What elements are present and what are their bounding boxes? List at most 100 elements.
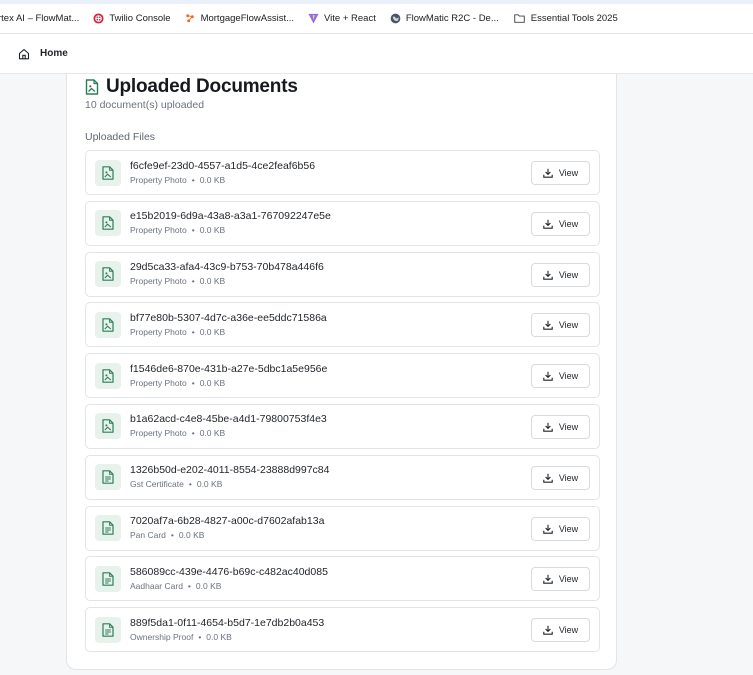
file-size: 0.0 KB (199, 225, 226, 236)
view-button[interactable]: View (531, 161, 590, 185)
bookmark-label: Twilio Console (109, 13, 171, 24)
bookmark-twilio[interactable]: Twilio Console (93, 13, 171, 24)
file-row: 7020af7a-6b28-4827-a00c-d7602afab13a Pan … (85, 505, 600, 551)
file-type: Property Photo (130, 377, 187, 388)
file-size: 0.0 KB (206, 631, 232, 642)
separator-dot: • (188, 479, 192, 490)
mortgage-flow-icon (185, 14, 194, 23)
image-file-icon (95, 210, 121, 237)
file-info: 1326b50d-e202-4011-8554-23888d997c84 Gst … (130, 464, 330, 490)
text-file-icon (95, 565, 121, 592)
file-row: 889f5da1-0f11-4654-b5d7-1e7db2b0a453 Owne… (85, 607, 600, 653)
bookmark-label: rtex AI – FlowMat... (0, 13, 80, 24)
bookmark-label: Vite + React (324, 13, 376, 24)
file-size: 0.0 KB (195, 580, 222, 591)
file-meta: Property Photo • 0.0 KB (130, 377, 327, 389)
file-info: 586089cc-439e-4476-b69c-c482ac40d085 Aadh… (130, 566, 328, 592)
file-size: 0.0 KB (199, 276, 226, 287)
file-type: Property Photo (130, 428, 187, 439)
separator-dot: • (191, 428, 195, 439)
file-row: bf77e80b-5307-4d7c-a36e-ee5ddc71586a Prop… (85, 302, 600, 348)
file-name: bf77e80b-5307-4d7c-a36e-ee5ddc71586a (130, 311, 327, 324)
bookmark-label: Essential Tools 2025 (530, 13, 618, 24)
separator-dot: • (198, 631, 202, 642)
home-icon[interactable] (18, 48, 30, 60)
download-icon (543, 270, 553, 280)
file-meta: Ownership Proof • 0.0 KB (130, 631, 324, 643)
view-button-label: View (558, 472, 579, 483)
file-size: 0.0 KB (196, 479, 223, 490)
view-button-label: View (558, 218, 579, 229)
file-row: f1546de6-870e-431b-a27e-5dbc1a5e956e Prop… (85, 353, 600, 399)
file-size: 0.0 KB (178, 530, 205, 541)
image-file-icon (95, 311, 121, 338)
bookmark-label: FlowMatic R2C - De... (405, 13, 499, 24)
file-type: Property Photo (130, 326, 187, 337)
view-button-label: View (558, 269, 579, 280)
file-info: f1546de6-870e-431b-a27e-5dbc1a5e956e Prop… (130, 363, 327, 389)
file-info: f6cfe9ef-23d0-4557-a1d5-4ce2feaf6b56 Prop… (130, 160, 315, 186)
globe-icon (390, 13, 401, 24)
view-button[interactable]: View (531, 516, 590, 541)
file-meta: Property Photo • 0.0 KB (130, 224, 331, 236)
image-file-icon (95, 362, 121, 389)
file-name: 1326b50d-e202-4011-8554-23888d997c84 (130, 464, 330, 477)
card-title-row: Uploaded Documents (85, 76, 298, 98)
uploaded-documents-card: Uploaded Documents 10 document(s) upload… (66, 74, 617, 670)
section-label: Uploaded Files (85, 131, 156, 143)
file-name: 29d5ca33-afa4-43c9-b753-70b478a446f6 (130, 261, 324, 274)
bookmark-flowmatic[interactable]: FlowMatic R2C - De... (390, 13, 499, 24)
file-name: 586089cc-439e-4476-b69c-c482ac40d085 (130, 565, 328, 578)
view-button[interactable]: View (531, 211, 590, 236)
image-file-icon (85, 79, 99, 95)
download-icon (543, 625, 553, 635)
bookmark-mortgage-flow[interactable]: MortgageFlowAssist... (185, 13, 294, 24)
view-button[interactable]: View (531, 567, 590, 592)
file-type: Ownership Proof (130, 631, 194, 642)
bookmark-label: MortgageFlowAssist... (200, 13, 295, 24)
file-row: 29d5ca33-afa4-43c9-b753-70b478a446f6 Prop… (85, 251, 600, 297)
download-icon (543, 422, 553, 432)
file-name: 7020af7a-6b28-4827-a00c-d7602afab13a (130, 515, 325, 528)
image-file-icon (95, 261, 121, 288)
bookmark-vite-react[interactable]: Vite + React (308, 13, 376, 24)
view-button[interactable]: View (531, 465, 590, 490)
view-button-label: View (558, 625, 579, 636)
view-button[interactable]: View (531, 414, 590, 439)
bookmark-vertex-ai[interactable]: rtex AI – FlowMat... (0, 13, 79, 24)
file-info: 29d5ca33-afa4-43c9-b753-70b478a446f6 Prop… (130, 261, 324, 287)
file-row: 1326b50d-e202-4011-8554-23888d997c84 Gst … (85, 454, 600, 500)
view-button[interactable]: View (531, 364, 590, 389)
home-link[interactable]: Home (40, 48, 68, 59)
download-icon (543, 321, 553, 331)
view-button-label: View (558, 523, 579, 534)
file-type: Aadhaar Card (130, 580, 183, 591)
file-list: f6cfe9ef-23d0-4557-a1d5-4ce2feaf6b56 Prop… (85, 150, 600, 658)
vite-icon (308, 13, 319, 24)
view-button-label: View (558, 574, 579, 585)
view-button[interactable]: View (531, 313, 590, 338)
file-type: Pan Card (130, 530, 166, 541)
file-size: 0.0 KB (199, 326, 226, 337)
file-meta: Property Photo • 0.0 KB (130, 275, 324, 287)
separator-dot: • (191, 225, 195, 236)
view-button[interactable]: View (531, 262, 590, 287)
file-meta: Gst Certificate • 0.0 KB (130, 478, 330, 490)
view-button-label: View (558, 320, 579, 331)
view-button-label: View (558, 168, 579, 178)
file-type: Property Photo (130, 174, 187, 185)
page-title: Uploaded Documents (106, 76, 298, 97)
file-name: f1546de6-870e-431b-a27e-5dbc1a5e956e (130, 362, 328, 375)
file-meta: Property Photo • 0.0 KB (130, 174, 315, 186)
image-file-icon (95, 413, 121, 440)
file-type: Property Photo (130, 276, 187, 287)
twilio-icon (93, 13, 104, 24)
bookmarks-bar: rtex AI – FlowMat... Twilio Console Mort… (0, 0, 753, 34)
file-size: 0.0 KB (199, 428, 226, 439)
file-info: 7020af7a-6b28-4827-a00c-d7602afab13a Pan … (130, 515, 324, 541)
download-icon (543, 219, 553, 229)
bookmark-folder-essential-tools[interactable]: Essential Tools 2025 (513, 13, 618, 24)
file-info: b1a62acd-c4e8-45be-a4d1-79800753f4e3 Prop… (130, 413, 327, 439)
file-info: bf77e80b-5307-4d7c-a36e-ee5ddc71586a Prop… (130, 312, 327, 338)
view-button[interactable]: View (531, 618, 590, 643)
